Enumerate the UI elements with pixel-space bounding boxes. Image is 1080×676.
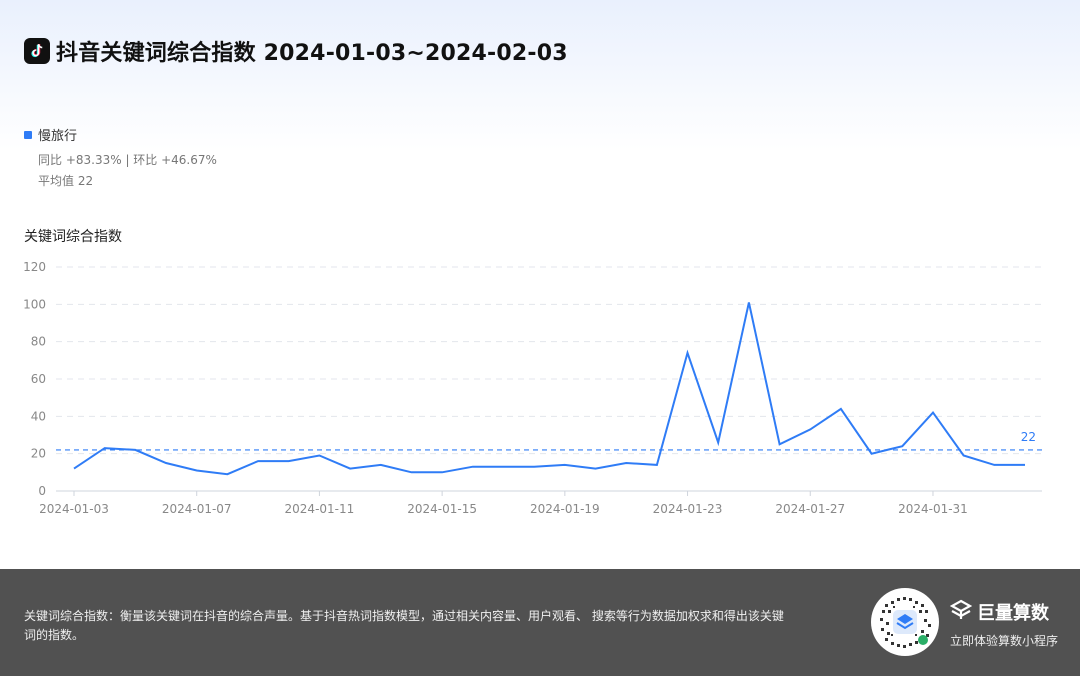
data-point xyxy=(194,468,199,473)
data-point xyxy=(838,406,843,411)
header: 抖音关键词综合指数 2024-01-03~2024-02-03 xyxy=(24,36,568,66)
data-point xyxy=(348,466,353,471)
x-tick-label: 2024-01-15 xyxy=(407,502,477,516)
data-point xyxy=(992,462,997,467)
data-point xyxy=(716,440,721,445)
x-tick-label: 2024-01-07 xyxy=(162,502,232,516)
data-point xyxy=(286,459,291,464)
data-point xyxy=(869,451,874,456)
average-line-label: 22 xyxy=(1021,430,1036,444)
y-tick-label: 20 xyxy=(31,447,46,461)
y-tick-label: 100 xyxy=(23,297,46,311)
header-background xyxy=(0,0,1080,150)
x-tick-label: 2024-01-03 xyxy=(39,502,109,516)
series-line xyxy=(73,302,1025,476)
data-point xyxy=(164,461,169,466)
data-point xyxy=(808,427,813,432)
data-point xyxy=(133,447,138,452)
change-stat: 同比 +83.33% | 环比 +46.67% xyxy=(38,153,217,167)
brand-name: 巨量算数 xyxy=(977,603,1049,624)
data-point xyxy=(930,410,935,415)
data-point xyxy=(593,466,598,471)
x-tick-label: 2024-01-23 xyxy=(653,502,723,516)
data-point xyxy=(746,300,751,305)
page-title: 抖音关键词综合指数 2024-01-03~2024-02-03 xyxy=(56,41,568,66)
y-tick-label: 120 xyxy=(23,260,46,274)
data-point xyxy=(624,461,629,466)
data-point xyxy=(501,464,506,469)
legend-series-name: 慢旅行 xyxy=(38,129,78,144)
average-stat: 平均值 22 xyxy=(38,174,94,188)
data-point xyxy=(72,466,77,471)
x-tick-label: 2024-01-27 xyxy=(775,502,845,516)
data-point xyxy=(225,472,230,477)
brand-subtitle[interactable]: 立即体验算数小程序 xyxy=(950,632,1058,649)
footer: 关键词综合指数：衡量该关键词在抖音的综合声量。基于抖音热词指数模型，通过相关内容… xyxy=(0,569,1080,676)
data-point xyxy=(654,462,659,467)
mini-program-qr-code-icon[interactable] xyxy=(871,588,939,656)
chart-legend: 慢旅行 xyxy=(24,125,77,144)
y-tick-label: 60 xyxy=(31,372,46,386)
douyin-logo-icon xyxy=(24,38,50,64)
y-tick-label: 0 xyxy=(38,484,46,498)
data-point xyxy=(256,459,261,464)
juliang-logo-icon xyxy=(949,599,973,625)
brand: 巨量算数 xyxy=(949,599,1049,625)
x-tick-label: 2024-01-11 xyxy=(285,502,355,516)
x-tick-label: 2024-01-31 xyxy=(898,502,968,516)
data-point xyxy=(440,470,445,475)
data-point xyxy=(470,464,475,469)
y-tick-label: 80 xyxy=(31,335,46,349)
footer-description: 关键词综合指数：衡量该关键词在抖音的综合声量。基于抖音热词指数模型，通过相关内容… xyxy=(24,609,784,642)
data-point xyxy=(317,453,322,458)
data-point xyxy=(777,442,782,447)
x-tick-label: 2024-01-19 xyxy=(530,502,600,516)
data-point xyxy=(532,464,537,469)
data-point xyxy=(409,470,414,475)
data-point xyxy=(562,462,567,467)
legend-swatch xyxy=(24,130,32,139)
chart-title: 关键词综合指数 xyxy=(24,229,122,245)
data-point xyxy=(1023,462,1028,467)
data-point xyxy=(961,453,966,458)
y-tick-label: 40 xyxy=(31,409,46,423)
data-point xyxy=(685,350,690,355)
line-chart: 0 20 40 60 80 100 120 2024-01-03 2024-01-07 2024-… xyxy=(23,260,1042,516)
data-point xyxy=(900,444,905,449)
data-point xyxy=(102,446,107,451)
data-point xyxy=(378,462,383,467)
